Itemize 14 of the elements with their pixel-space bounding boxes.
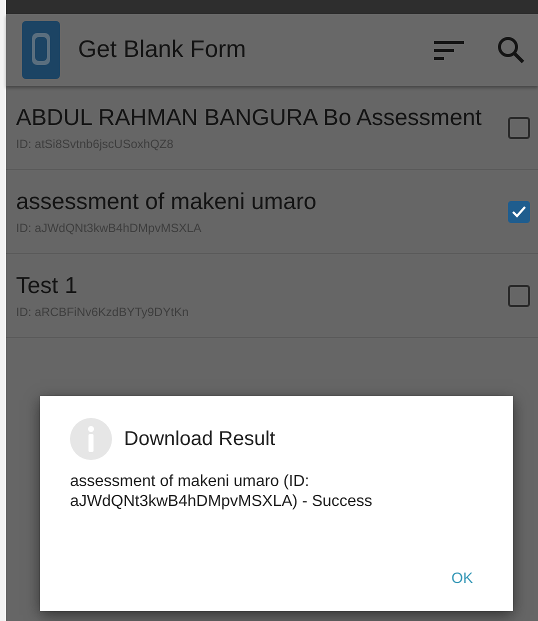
checkbox[interactable] xyxy=(508,284,530,306)
checkbox[interactable] xyxy=(508,116,530,138)
app-logo-icon xyxy=(22,21,60,79)
form-name: Test 1 xyxy=(16,272,78,299)
info-icon xyxy=(70,418,112,460)
search-icon xyxy=(496,35,526,65)
checkmark-icon xyxy=(511,204,527,218)
app-title: Get Blank Form xyxy=(78,36,248,64)
dialog-title: Download Result xyxy=(124,428,276,450)
checkbox[interactable] xyxy=(508,200,530,222)
form-name: ABDUL RAHMAN BANGURA Bo Assessment xyxy=(16,104,483,131)
dialog-message: assessment of makeni umaro (ID: aJWdQNt3kwB4hDMpvMSXLA) - Success xyxy=(70,472,374,512)
ok-button[interactable]: OK xyxy=(439,562,485,595)
form-name: assessment of makeni umaro xyxy=(16,188,318,215)
